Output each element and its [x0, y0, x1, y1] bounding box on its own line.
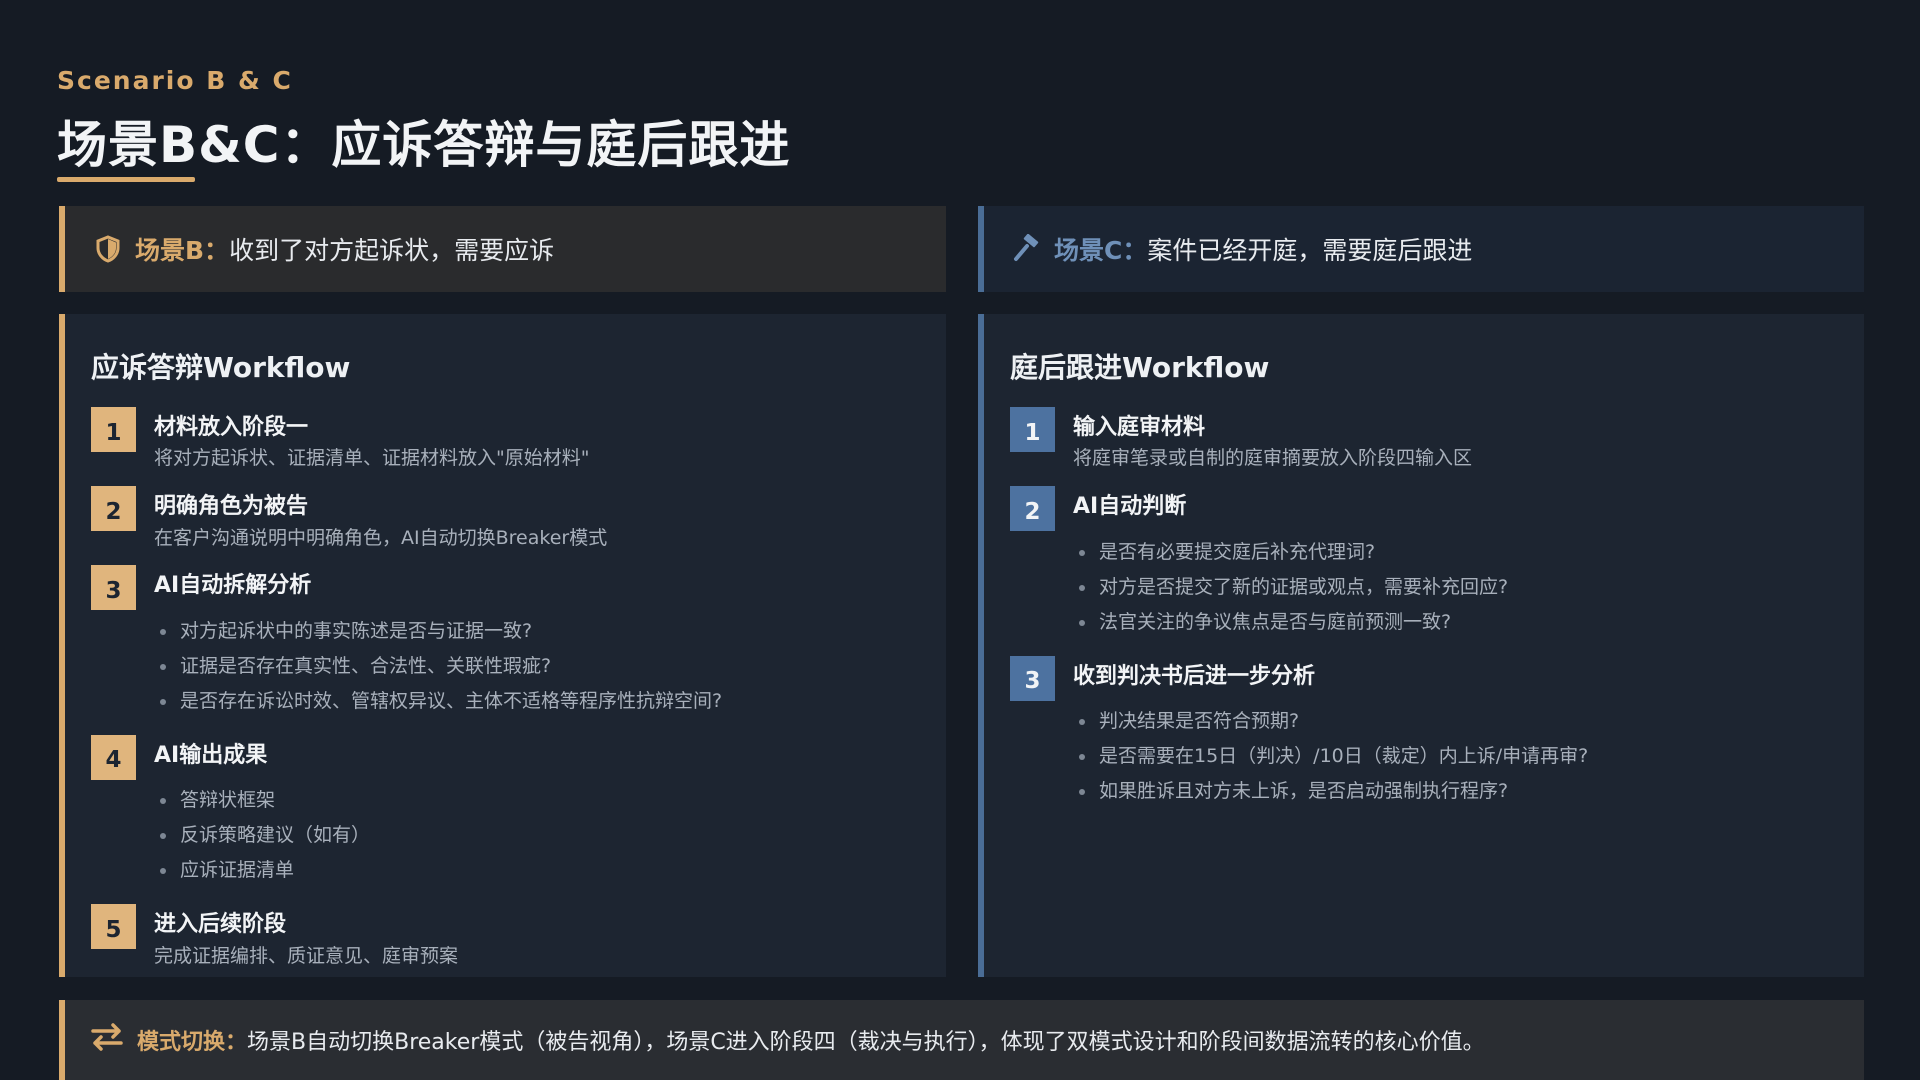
step-title: 进入后续阶段 — [154, 912, 287, 938]
scene-b-banner: 场景B： 收到了对方起诉状，需要应诉 — [59, 206, 946, 292]
bullet-item: 是否需要在15日（判决）/10日（裁定）内上诉/申请再审? — [1073, 739, 1588, 774]
step-number: 1 — [91, 407, 136, 452]
shield-icon — [93, 234, 123, 264]
step-number: 5 — [91, 904, 136, 950]
bullet-item: 应诉证据清单 — [154, 853, 370, 888]
mode-switch-banner: 模式切换： 场景B自动切换Breaker模式（被告视角），场景C进入阶段四（裁决… — [59, 1000, 1864, 1080]
workflow-b-step-2: 2 明确角色为被告 在客户沟通说明中明确角色，AI自动切换Breaker模式 — [91, 486, 926, 549]
step-desc: 完成证据编排、质证意见、庭审预案 — [154, 944, 459, 967]
step-number: 3 — [1010, 655, 1055, 701]
step-desc: 将对方起诉状、证据清单、证据材料放入"原始材料" — [154, 447, 590, 470]
workflow-c-title: 庭后跟进Workflow — [1010, 351, 1270, 384]
scene-c-banner: 场景C： 案件已经开庭，需要庭后跟进 — [978, 206, 1864, 292]
bullet-item: 答辩状框架 — [154, 783, 370, 818]
workflow-b-step-5: 5 进入后续阶段 完成证据编排、质证意见、庭审预案 — [91, 904, 926, 967]
scene-b-label: 场景B： — [135, 236, 230, 265]
eyebrow: Scenario B & C — [57, 66, 293, 95]
step-title: AI输出成果 — [154, 742, 268, 768]
workflow-b-step-4: 4 AI输出成果 答辩状框架 反诉策略建议（如有） 应诉证据清单 — [91, 734, 926, 888]
footer-text: 场景B自动切换Breaker模式（被告视角），场景C进入阶段四（裁决与执行），体… — [247, 1030, 1485, 1055]
bullet-item: 判决结果是否符合预期? — [1073, 704, 1588, 739]
bullet-item: 法官关注的争议焦点是否与庭前预测一致? — [1073, 605, 1508, 640]
gavel-icon — [1012, 234, 1042, 264]
step-number: 3 — [91, 565, 136, 611]
bullet-item: 证据是否存在真实性、合法性、关联性瑕疵? — [154, 649, 722, 684]
workflow-c-step-2: 2 AI自动判断 是否有必要提交庭后补充代理词? 对方是否提交了新的证据或观点，… — [1010, 486, 1844, 639]
workflow-b-title: 应诉答辩Workflow — [91, 351, 351, 384]
switch-arrows-icon — [89, 1021, 125, 1059]
bullet-item: 如果胜诉且对方未上诉，是否启动强制执行程序? — [1073, 774, 1588, 809]
workflow-b-step-3: 3 AI自动拆解分析 对方起诉状中的事实陈述是否与证据一致? 证据是否存在真实性… — [91, 565, 926, 718]
title-underline — [57, 177, 195, 182]
step-number: 1 — [1010, 407, 1055, 452]
workflow-c-panel: 庭后跟进Workflow 1 输入庭审材料 将庭审笔录或自制的庭审摘要放入阶段四… — [978, 314, 1864, 977]
step-desc: 将庭审笔录或自制的庭审摘要放入阶段四输入区 — [1073, 447, 1473, 470]
step-number: 2 — [1010, 486, 1055, 532]
scene-c-label: 场景C： — [1054, 236, 1148, 265]
step-title: 明确角色为被告 — [154, 494, 309, 520]
step-title: AI自动拆解分析 — [154, 573, 312, 599]
workflow-c-step-1: 1 输入庭审材料 将庭审笔录或自制的庭审摘要放入阶段四输入区 — [1010, 407, 1844, 470]
step-title: AI自动判断 — [1073, 494, 1187, 520]
workflow-b-step-1: 1 材料放入阶段一 将对方起诉状、证据清单、证据材料放入"原始材料" — [91, 407, 926, 470]
step-title: 输入庭审材料 — [1073, 415, 1206, 440]
bullet-item: 是否存在诉讼时效、管辖权异议、主体不适格等程序性抗辩空间? — [154, 684, 722, 719]
page-title: 场景B&C：应诉答辩与庭后跟进 — [57, 116, 791, 174]
step-title: 材料放入阶段一 — [154, 415, 309, 440]
scene-c-text: 案件已经开庭，需要庭后跟进 — [1147, 236, 1473, 265]
bullet-item: 对方是否提交了新的证据或观点，需要补充回应? — [1073, 570, 1508, 605]
bullet-item: 对方起诉状中的事实陈述是否与证据一致? — [154, 614, 722, 649]
scene-b-text: 收到了对方起诉状，需要应诉 — [229, 236, 555, 265]
step-number: 2 — [91, 486, 136, 532]
step-title: 收到判决书后进一步分析 — [1073, 663, 1316, 689]
bullet-item: 是否有必要提交庭后补充代理词? — [1073, 535, 1508, 570]
step-desc: 在客户沟通说明中明确角色，AI自动切换Breaker模式 — [154, 526, 608, 549]
workflow-b-panel: 应诉答辩Workflow 1 材料放入阶段一 将对方起诉状、证据清单、证据材料放… — [59, 314, 946, 977]
footer-label: 模式切换： — [137, 1030, 248, 1055]
step-number: 4 — [91, 734, 136, 780]
workflow-c-step-3: 3 收到判决书后进一步分析 判决结果是否符合预期? 是否需要在15日（判决）/1… — [1010, 655, 1844, 809]
bullet-item: 反诉策略建议（如有） — [154, 818, 370, 853]
